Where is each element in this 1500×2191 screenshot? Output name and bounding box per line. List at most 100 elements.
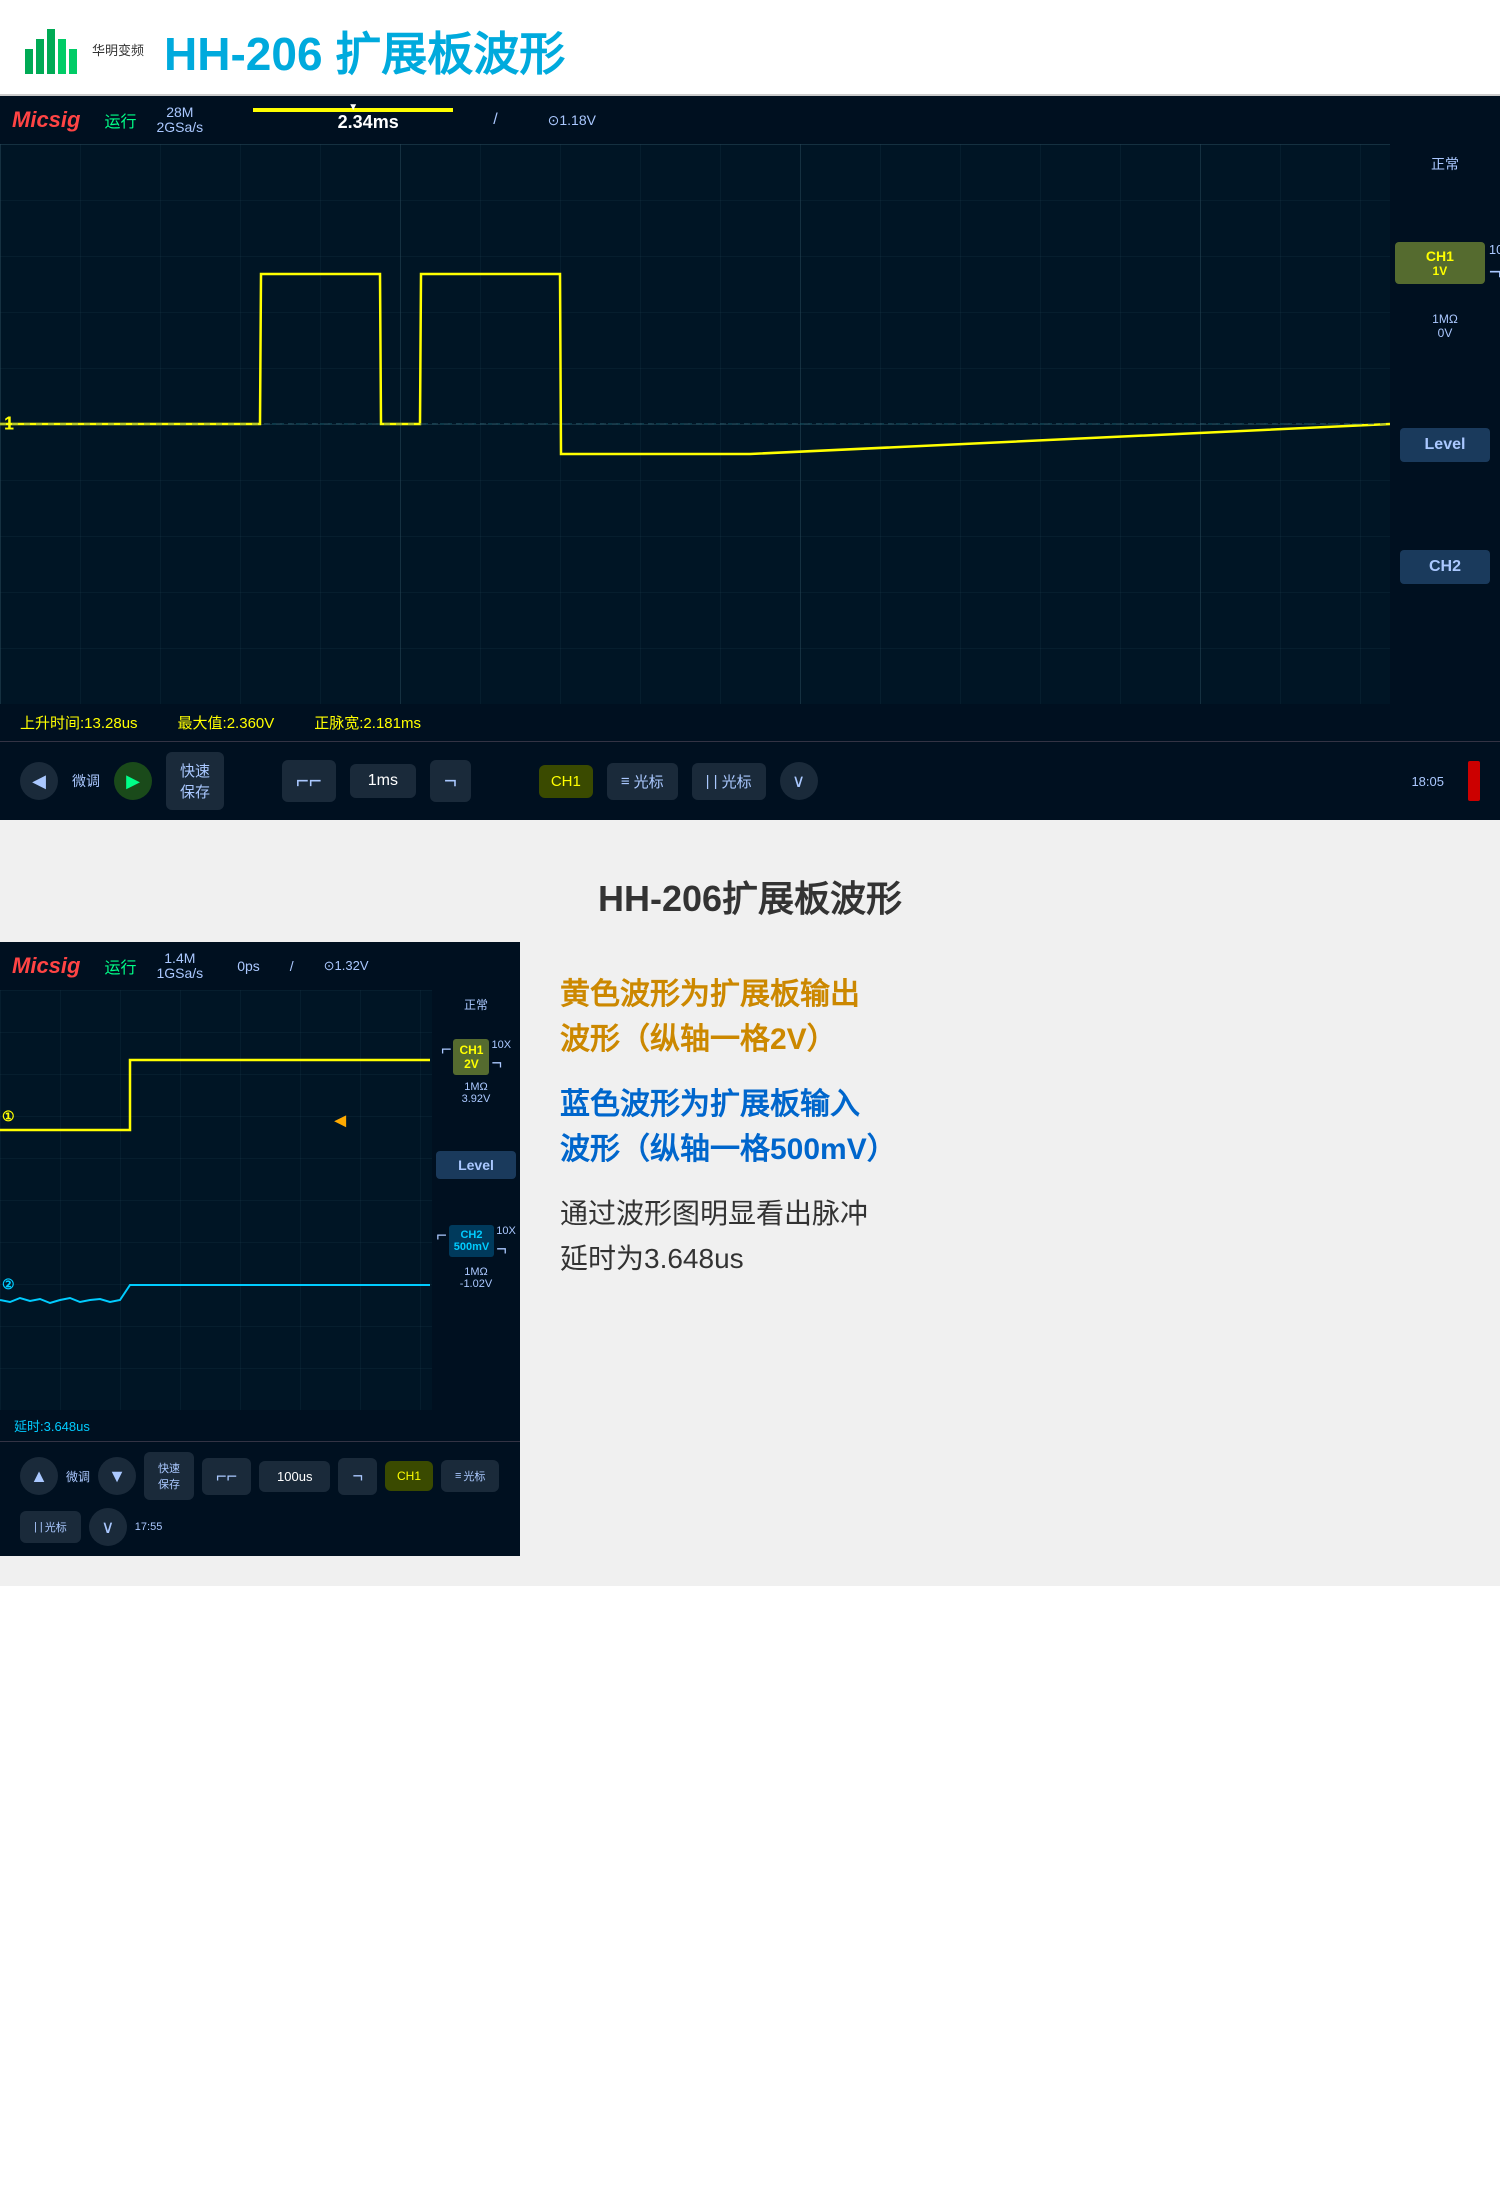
scope1-ch1-btn[interactable]: CH1 1V — [1395, 242, 1485, 284]
scope2-fall-btn[interactable]: ¬ — [338, 1458, 377, 1495]
company-logo-icon — [20, 24, 80, 79]
scope1-right-panel: 正常 ⌐ ¬ CH1 1V 10X ¬ 1MΩ 0V Level — [1390, 144, 1500, 704]
scope1-normal-label: 正常 — [1431, 154, 1459, 174]
micsig-logo: Micsig — [12, 107, 80, 133]
scope2-status-bar: 延时:3.648us — [0, 1410, 520, 1441]
scope1-status: 运行 — [104, 108, 136, 132]
scope2-outer: Micsig 运行 1.4M 1GSa/s 0ps / ⊙1.32V ① ② — [0, 942, 1500, 1556]
slash-separator: / — [493, 111, 497, 129]
ch1-select-btn[interactable]: CH1 — [539, 765, 593, 798]
scope1-ch2-btn[interactable]: CH2 — [1400, 550, 1490, 584]
page-header: 华明变频 HH-206 扩展板波形 — [0, 0, 1500, 94]
section2-bg: HH-206扩展板波形 — [0, 820, 1500, 942]
scope2-ch2-panel: ⌐ CH2 500mV 10X ¬ — [436, 1225, 516, 1260]
scope2-ch1-ctrl[interactable]: CH1 — [385, 1461, 433, 1491]
annotations-area: 黄色波形为扩展板输出 波形（纵轴一格2V） 蓝色波形为扩展板输入 波形（纵轴一格… — [520, 942, 1500, 1282]
cursor2-sep-btn[interactable]: | | 光标 — [692, 763, 766, 800]
page-title: HH-206 扩展板波形 — [164, 18, 565, 84]
scope2-normal: 正常 — [464, 996, 488, 1013]
scope2-ch2-probe: 10X ¬ — [496, 1225, 516, 1260]
probe-10x-label: 10X — [1489, 242, 1500, 257]
scope1-controls: ◀ 微调 ▶ 快速 保存 ⌐⌐ 1ms ¬ CH1 ≡ 光标 | | 光标 ∨ … — [0, 741, 1500, 820]
black-annotation: 通过波形图明显看出脉冲 延时为3.648us — [560, 1192, 1470, 1282]
scope2-timebase: 0ps — [237, 958, 260, 974]
record-indicator — [1468, 761, 1480, 801]
scope2-cursor1-btn[interactable]: ≡ 光标 — [441, 1460, 499, 1492]
scope2-down-btn[interactable]: ▼ — [98, 1457, 136, 1495]
time-1ms-btn[interactable]: 1ms — [350, 764, 416, 798]
logo-area: 华明变频 — [20, 24, 144, 79]
pos-width-display: 正脉宽:2.181ms — [314, 712, 421, 733]
company-name: 华明变频 — [92, 43, 144, 59]
scope2-cursor2-btn[interactable]: | | 光标 — [20, 1511, 81, 1543]
scope1-grid: 1 ◄ — [0, 144, 1390, 704]
scope2-grid: ① ② ◄ — [0, 990, 432, 1410]
scope2-ch2-icons: ⌐ — [436, 1225, 447, 1246]
cursor1-eq-btn[interactable]: ≡ 光标 — [607, 763, 678, 800]
scope2-brand: Micsig — [12, 953, 80, 979]
scope1-trigger: ⊙1.18V — [548, 112, 596, 129]
scope2-grid-svg — [0, 990, 432, 1410]
scope2-ch2-fall-icon[interactable]: ¬ — [496, 1239, 516, 1260]
ch1-marker: 1 — [0, 414, 14, 435]
scope2-delay: 延时:3.648us — [14, 1419, 90, 1434]
scope1-grid-svg — [0, 144, 1390, 704]
scope2-container: Micsig 运行 1.4M 1GSa/s 0ps / ⊙1.32V ① ② — [0, 942, 520, 1556]
scope2-level-arrow: ◄ — [330, 1110, 350, 1133]
scope2-ch1-btn[interactable]: CH1 2V — [453, 1039, 489, 1075]
scope2-quick-save[interactable]: 快速 保存 — [144, 1452, 194, 1500]
scope1-status-bar: 上升时间:13.28us 最大值:2.360V 正脉宽:2.181ms — [0, 704, 1500, 741]
scope2-ch2-marker: ② — [0, 1276, 15, 1293]
scope2-ch1-params: 1MΩ 3.92V — [462, 1081, 491, 1105]
expand-btn[interactable]: ∨ — [780, 762, 818, 800]
scope2-ch1-marker: ① — [0, 1108, 15, 1125]
scope2-ch2-btn[interactable]: CH2 500mV — [449, 1225, 494, 1257]
scope2-edge-icons: ⌐ — [441, 1039, 452, 1060]
scope2-slash: / — [290, 958, 294, 974]
scope2-section: Micsig 运行 1.4M 1GSa/s 0ps / ⊙1.32V ① ② — [0, 942, 1500, 1586]
quick-save-btn[interactable]: 快速 保存 — [166, 752, 224, 810]
scope2-status: 运行 — [104, 954, 136, 978]
scope1-impedance: 1MΩ 0V — [1432, 312, 1458, 340]
scope2-trigger: ⊙1.32V — [324, 958, 369, 974]
scope2-up-btn[interactable]: ▲ — [20, 1457, 58, 1495]
scope1-probe-icons: 10X ¬ — [1489, 242, 1500, 285]
scope1-topbar: Micsig 运行 28M 2GSa/s ▼ 2.34ms / ⊙1.18V — [0, 96, 1500, 144]
yellow-annotation: 黄色波形为扩展板输出 波形（纵轴一格2V） — [560, 972, 1470, 1062]
scope2-fine-label: 微调 — [66, 1468, 90, 1485]
rise-wave-btn[interactable]: ⌐⌐ — [282, 760, 336, 802]
blue-annotation: 蓝色波形为扩展板输入 波形（纵轴一格500mV） — [560, 1082, 1470, 1172]
max-val-display: 最大值:2.360V — [178, 712, 275, 733]
scope1-display: 1 ◄ — [0, 144, 1500, 704]
scope2-expand-btn[interactable]: ∨ — [89, 1508, 127, 1546]
scope2-ch2-params: 1MΩ -1.02V — [460, 1266, 492, 1290]
scope1-ch1-panel: ⌐ ¬ CH1 1V 10X ¬ — [1378, 242, 1500, 300]
scope1-container: Micsig 运行 28M 2GSa/s ▼ 2.34ms / ⊙1.18V 1… — [0, 96, 1500, 820]
scope2-topbar: Micsig 运行 1.4M 1GSa/s 0ps / ⊙1.32V — [0, 942, 520, 990]
scope2-time: 17:55 — [135, 1521, 163, 1533]
fine-tune-label: 微调 — [72, 771, 100, 791]
scope2-fall-icon[interactable]: ¬ — [491, 1053, 511, 1074]
scope1-level-btn[interactable]: Level — [1400, 428, 1490, 462]
scope2-ch2-rise-icon[interactable]: ⌐ — [436, 1225, 447, 1246]
play-btn[interactable]: ▶ — [114, 762, 152, 800]
scope2-memory: 1.4M 1GSa/s — [156, 951, 203, 982]
scope2-fine-tune: 微调 — [66, 1468, 90, 1485]
scope1-timebase: 2.34ms — [338, 112, 399, 133]
scope2-level-btn[interactable]: Level — [436, 1151, 516, 1179]
fall-edge-icon2[interactable]: ¬ — [1489, 259, 1500, 285]
timebase-bar: ▼ — [253, 108, 453, 112]
scope1-time: 18:05 — [1411, 774, 1444, 789]
rise-time-display: 上升时间:13.28us — [20, 712, 138, 733]
scope2-time-100us[interactable]: 100us — [259, 1461, 330, 1492]
fine-tune-area: 微调 — [72, 771, 100, 791]
prev-btn[interactable]: ◀ — [20, 762, 58, 800]
fall-wave-btn[interactable]: ¬ — [430, 760, 471, 802]
scope1-timebase-area: ▼ 2.34ms — [253, 108, 453, 133]
scope2-rise-icon[interactable]: ⌐ — [441, 1039, 452, 1060]
scope2-controls: ▲ 微调 ▼ 快速 保存 ⌐⌐ 100us ¬ CH1 ≡ 光标 | | 光标 — [0, 1441, 520, 1556]
scope2-rise-btn[interactable]: ⌐⌐ — [202, 1458, 251, 1495]
scope2-ch1-probe: 10X ¬ — [491, 1039, 511, 1074]
scope2-display: ① ② ◄ — [0, 990, 520, 1410]
scope2-ch1-panel: ⌐ CH1 2V 10X ¬ — [441, 1039, 511, 1075]
